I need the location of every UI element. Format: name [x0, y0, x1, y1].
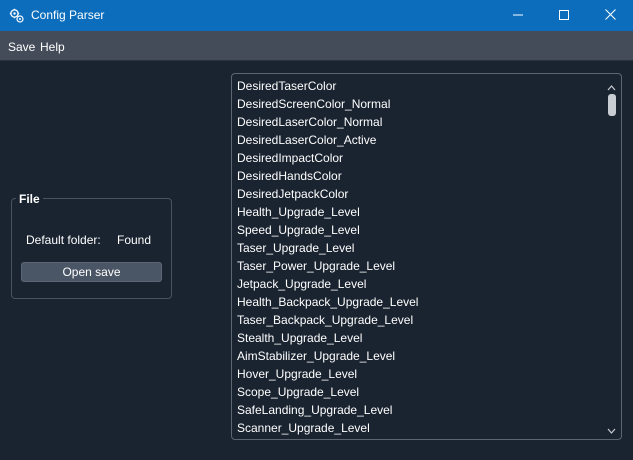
list-item[interactable]: Stealth_Upgrade_Level [237, 329, 603, 347]
scroll-thumb[interactable] [608, 94, 616, 116]
list-item[interactable]: DesiredJetpackColor [237, 185, 603, 203]
list-item[interactable]: DesiredLaserColor_Active [237, 131, 603, 149]
close-button[interactable] [587, 0, 633, 31]
window-title: Config Parser [31, 8, 105, 22]
list-item[interactable]: DesiredScreenColor_Normal [237, 95, 603, 113]
menu-save[interactable]: Save [8, 40, 35, 54]
list-item[interactable]: DesiredImpactColor [237, 149, 603, 167]
list-item[interactable]: DesiredLaserColor_Normal [237, 113, 603, 131]
list-item[interactable]: Scope_Upgrade_Level [237, 383, 603, 401]
minimize-icon [513, 9, 523, 23]
list-item[interactable]: Jetpack_Upgrade_Level [237, 275, 603, 293]
vertical-scrollbar[interactable] [606, 79, 617, 434]
list-item[interactable]: Hover_Upgrade_Level [237, 365, 603, 383]
list-items-container: DesiredTaserColor DesiredScreenColor_Norm… [237, 77, 603, 437]
list-item[interactable]: DesiredTaserColor [237, 77, 603, 95]
list-item[interactable]: SafeLanding_Upgrade_Level [237, 401, 603, 419]
list-item[interactable]: Taser_Backpack_Upgrade_Level [237, 311, 603, 329]
scroll-down-arrow-icon[interactable] [607, 424, 616, 434]
menu-bar: Save Help [0, 31, 633, 61]
minimize-button[interactable] [495, 0, 541, 31]
maximize-icon [559, 9, 569, 23]
maximize-button[interactable] [541, 0, 587, 31]
list-item[interactable]: Speed_Upgrade_Level [237, 221, 603, 239]
file-groupbox [11, 198, 172, 299]
file-group-title: File [16, 192, 43, 206]
list-item[interactable]: Health_Backpack_Upgrade_Level [237, 293, 603, 311]
open-save-button[interactable]: Open save [21, 262, 162, 282]
title-bar[interactable]: Config Parser [0, 0, 633, 31]
default-folder-status: Found [117, 233, 152, 247]
scroll-up-arrow-icon[interactable] [607, 81, 616, 91]
list-item[interactable]: Scanner_Upgrade_Level [237, 419, 603, 437]
gears-icon [9, 8, 25, 24]
menu-help[interactable]: Help [40, 40, 65, 54]
list-item[interactable]: Taser_Power_Upgrade_Level [237, 257, 603, 275]
close-icon [604, 8, 616, 23]
config-key-list[interactable]: DesiredTaserColor DesiredScreenColor_Norm… [231, 73, 622, 440]
list-item[interactable]: Taser_Upgrade_Level [237, 239, 603, 257]
list-item[interactable]: Health_Upgrade_Level [237, 203, 603, 221]
default-folder-label: Default folder: [26, 233, 101, 247]
scroll-track[interactable] [608, 91, 615, 422]
list-item[interactable]: AimStabilizer_Upgrade_Level [237, 347, 603, 365]
list-item[interactable]: DesiredHandsColor [237, 167, 603, 185]
